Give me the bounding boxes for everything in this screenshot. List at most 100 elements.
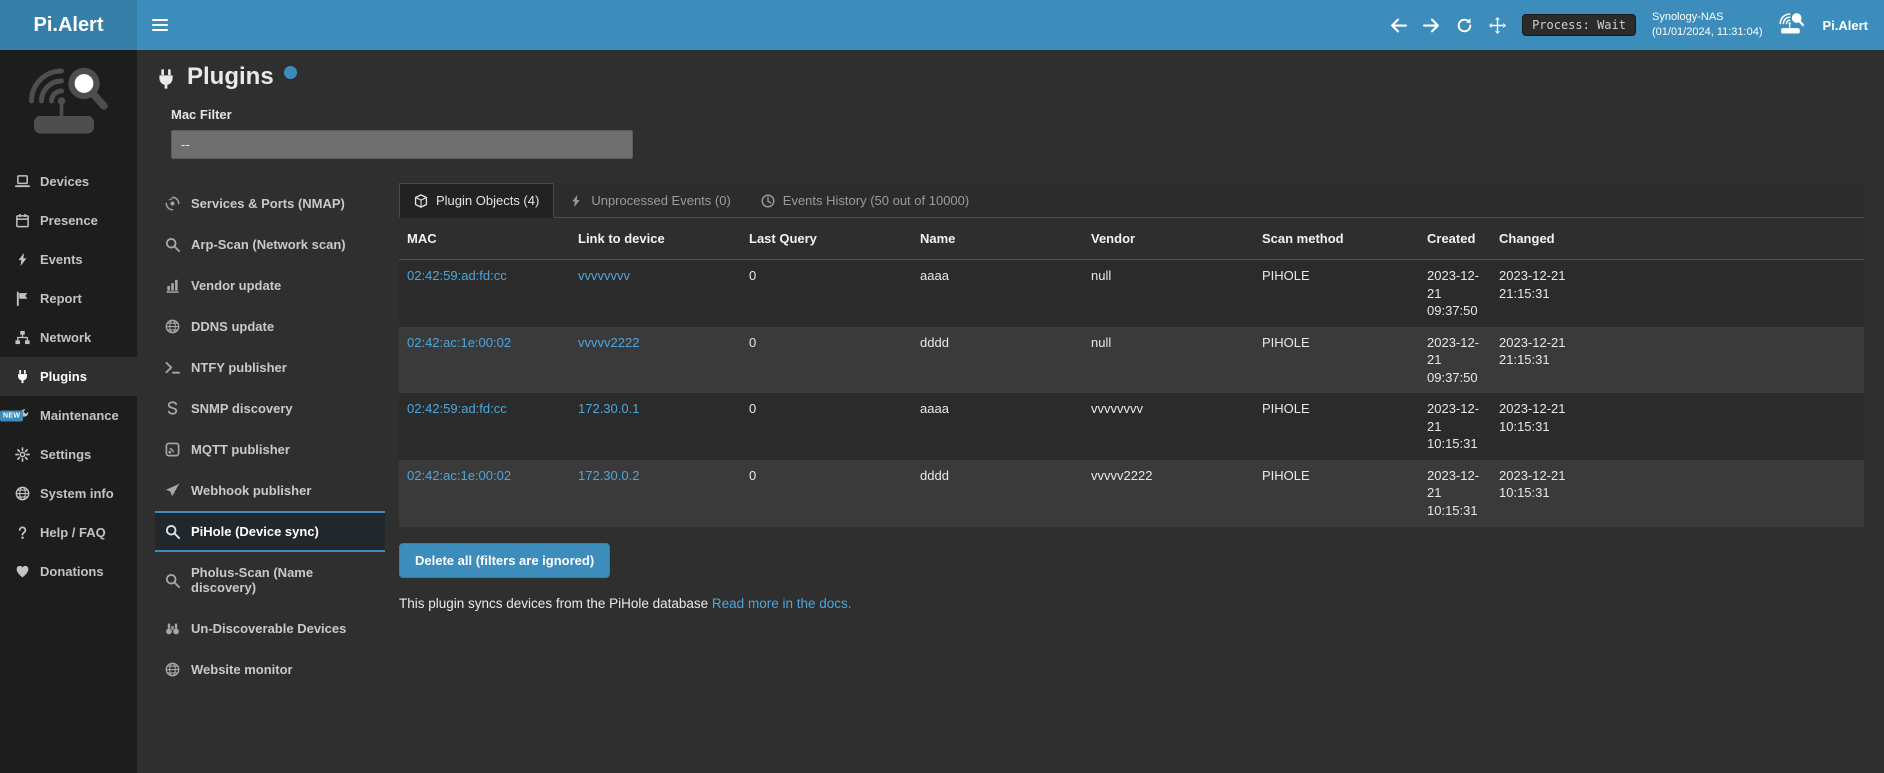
webhook-publisher-icon (165, 483, 180, 498)
tabs: Plugin Objects (4) Unprocessed Events (0… (399, 183, 1864, 218)
plugin-content: Plugin Objects (4) Unprocessed Events (0… (399, 183, 1864, 611)
device-link[interactable]: vvvvv2222 (578, 335, 639, 350)
column-header-scan-method: Scan method (1254, 218, 1419, 260)
vendor-cell: null (1083, 260, 1254, 327)
plugin-menu-label: Pholus-Scan (Name discovery) (191, 565, 377, 595)
sidebar-item-network[interactable]: Network (0, 318, 137, 357)
plugin-menu-item-ntfy-publisher[interactable]: NTFY publisher (155, 347, 385, 388)
arp-scan-icon (165, 237, 180, 252)
sidebar-item-label: Help / FAQ (40, 525, 106, 540)
undiscoverable-devices-icon (165, 621, 180, 636)
forward-icon[interactable] (1423, 17, 1440, 34)
vendor-cell: null (1083, 327, 1254, 394)
mac-link[interactable]: 02:42:ac:1e:00:02 (407, 335, 511, 350)
changed-cell: 2023-12-21 10:15:31 (1491, 460, 1864, 527)
table-row: 02:42:ac:1e:00:02 vvvvv2222 0 dddd null … (399, 327, 1864, 394)
mac-link[interactable]: 02:42:59:ad:fd:cc (407, 401, 507, 416)
devices-icon (15, 174, 30, 189)
plugin-menu-label: PiHole (Device sync) (191, 524, 319, 539)
plugin-menu-label: SNMP discovery (191, 401, 293, 416)
mac-link[interactable]: 02:42:ac:1e:00:02 (407, 468, 511, 483)
sidebar-item-events[interactable]: Events (0, 240, 137, 279)
plugin-menu-item-webhook-publisher[interactable]: Webhook publisher (155, 470, 385, 511)
mac-link[interactable]: 02:42:59:ad:fd:cc (407, 268, 507, 283)
refresh-icon[interactable] (1456, 17, 1473, 34)
host-info: Synology-NAS (01/01/2024, 11:31:04) (1652, 10, 1763, 40)
sidebar-item-label: Report (40, 291, 82, 306)
sidebar-item-plugins[interactable]: Plugins (0, 357, 137, 396)
process-status-badge: Process: Wait (1522, 14, 1636, 36)
presence-icon (15, 213, 30, 228)
column-header-vendor: Vendor (1083, 218, 1254, 260)
sidebar-item-settings[interactable]: Settings (0, 435, 137, 474)
mqtt-publisher-icon (165, 442, 180, 457)
plugin-menu-item-website-monitor[interactable]: Website monitor (155, 649, 385, 690)
pialert-logo-icon (1778, 12, 1806, 38)
plugin-menu-item-pihole[interactable]: PiHole (Device sync) (155, 511, 385, 552)
sidebar-item-help-faq[interactable]: Help / FAQ (0, 513, 137, 552)
device-link[interactable]: 172.30.0.1 (578, 401, 639, 416)
sidebar-item-label: Devices (40, 174, 89, 189)
sidebar-item-label: Maintenance (40, 408, 119, 423)
title-help-badge[interactable] (284, 66, 297, 79)
plugin-menu-label: Un-Discoverable Devices (191, 621, 346, 636)
column-header-last-query: Last Query (741, 218, 912, 260)
page-title: Plugins (187, 63, 274, 91)
table-header-row: MAC Link to device Last Query Name Vendo… (399, 218, 1864, 260)
back-icon[interactable] (1390, 17, 1407, 34)
events-icon (15, 252, 30, 267)
tab-events-history[interactable]: Events History (50 out of 10000) (746, 183, 984, 217)
plugins-icon (15, 369, 30, 384)
sidebar-menu: Devices Presence Events Report Network P… (0, 162, 137, 591)
plugin-menu-item-vendor-update[interactable]: Vendor update (155, 265, 385, 306)
name-cell: dddd (912, 327, 1083, 394)
plugin-menu-item-pholus-scan[interactable]: Pholus-Scan (Name discovery) (155, 552, 385, 608)
table-row: 02:42:ac:1e:00:02 172.30.0.2 0 dddd vvvv… (399, 460, 1864, 527)
sidebar-item-maintenance[interactable]: NEW Maintenance (0, 396, 137, 435)
last-query-cell: 0 (741, 260, 912, 327)
sidebar-item-label: Plugins (40, 369, 87, 384)
sidebar-item-donations[interactable]: Donations (0, 552, 137, 591)
created-cell: 2023-12-21 09:37:50 (1419, 327, 1491, 394)
changed-cell: 2023-12-21 10:15:31 (1491, 393, 1864, 460)
report-icon (15, 291, 30, 306)
tab-unprocessed-events[interactable]: Unprocessed Events (0) (554, 183, 745, 217)
name-cell: aaaa (912, 260, 1083, 327)
device-link[interactable]: vvvvvvvv (578, 268, 630, 283)
plugin-menu-item-undiscoverable-devices[interactable]: Un-Discoverable Devices (155, 608, 385, 649)
sidebar-item-presence[interactable]: Presence (0, 201, 137, 240)
name-cell: aaaa (912, 393, 1083, 460)
move-icon[interactable] (1489, 17, 1506, 34)
plugin-menu-label: Vendor update (191, 278, 281, 293)
plugin-menu-item-snmp-discovery[interactable]: SNMP discovery (155, 388, 385, 429)
plugin-menu-label: NTFY publisher (191, 360, 287, 375)
router-scanner-logo-icon (23, 66, 115, 146)
sidebar-toggle-button[interactable] (137, 0, 183, 50)
tab-label: Unprocessed Events (0) (591, 193, 730, 208)
host-time: (01/01/2024, 11:31:04) (1652, 25, 1763, 40)
plugin-menu-item-arp-scan[interactable]: Arp-Scan (Network scan) (155, 224, 385, 265)
sidebar-item-system-info[interactable]: System info (0, 474, 137, 513)
docs-link[interactable]: Read more in the docs. (712, 596, 852, 611)
ddns-update-icon (165, 319, 180, 334)
topbar-brand-label: Pi.Alert (1822, 18, 1868, 33)
plugin-menu-item-services-ports[interactable]: Services & Ports (NMAP) (155, 183, 385, 224)
device-link[interactable]: 172.30.0.2 (578, 468, 639, 483)
app-logo[interactable]: Pi.Alert (0, 0, 137, 50)
plugin-menu-label: Services & Ports (NMAP) (191, 196, 345, 211)
plugin-menu-label: Arp-Scan (Network scan) (191, 237, 346, 252)
sidebar-item-label: Events (40, 252, 83, 267)
plugin-menu-item-mqtt-publisher[interactable]: MQTT publisher (155, 429, 385, 470)
delete-all-button[interactable]: Delete all (filters are ignored) (399, 543, 610, 578)
plugin-layout: Services & Ports (NMAP) Arp-Scan (Networ… (155, 183, 1864, 690)
plugin-description-text: This plugin syncs devices from the PiHol… (399, 596, 708, 611)
settings-icon (15, 447, 30, 462)
plugin-menu-item-ddns-update[interactable]: DDNS update (155, 306, 385, 347)
mac-filter-input[interactable] (171, 130, 633, 159)
sidebar: Devices Presence Events Report Network P… (0, 50, 137, 773)
sidebar-item-report[interactable]: Report (0, 279, 137, 318)
tab-plugin-objects[interactable]: Plugin Objects (4) (399, 183, 554, 218)
sidebar-item-devices[interactable]: Devices (0, 162, 137, 201)
bolt-icon (569, 194, 583, 208)
sidebar-item-label: System info (40, 486, 114, 501)
